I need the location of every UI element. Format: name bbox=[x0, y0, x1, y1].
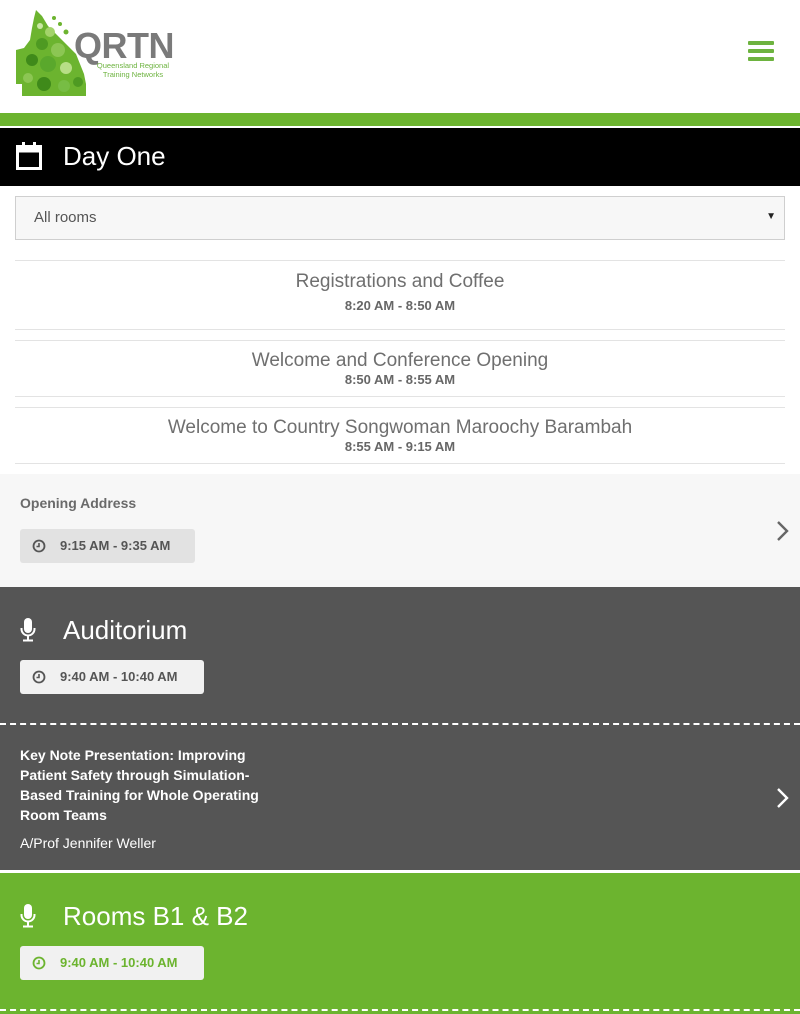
session-time: 9:40 AM - 10:40 AM bbox=[60, 669, 178, 684]
site-header: QRTN Queensland Regional Training Networ… bbox=[0, 0, 800, 113]
divider bbox=[15, 407, 785, 408]
divider bbox=[15, 329, 785, 330]
divider bbox=[15, 340, 785, 341]
opening-address-session[interactable]: Opening Address 9:15 AM - 9:35 AM bbox=[0, 474, 800, 587]
hamburger-icon-bar bbox=[748, 57, 774, 61]
hamburger-icon-bar bbox=[748, 49, 774, 53]
microphone-icon bbox=[20, 904, 36, 928]
header-accent-bar bbox=[0, 113, 800, 126]
calendar-icon bbox=[16, 142, 42, 170]
hamburger-menu-button[interactable] bbox=[748, 41, 774, 61]
session-item: Welcome and Conference Opening 8:50 AM -… bbox=[15, 350, 785, 388]
room-title: Rooms B1 & B2 bbox=[63, 901, 248, 931]
session-time: 8:20 AM - 8:50 AM bbox=[344, 298, 456, 313]
session-title: Welcome to Country Songwoman Maroochy Ba… bbox=[167, 417, 633, 438]
clock-icon bbox=[32, 539, 46, 553]
divider bbox=[15, 396, 785, 397]
session-item: Registrations and Coffee 8:20 AM - 8:50 … bbox=[15, 271, 785, 314]
chevron-right-icon[interactable] bbox=[776, 787, 790, 809]
chevron-right-icon[interactable] bbox=[776, 520, 790, 542]
session-title: Registrations and Coffee bbox=[295, 271, 505, 292]
microphone-icon bbox=[20, 618, 36, 642]
logo-subtitle: Queensland Regional Training Networks bbox=[96, 61, 170, 79]
divider bbox=[15, 463, 785, 464]
session-time-badge: 9:40 AM - 10:40 AM bbox=[20, 660, 204, 694]
dashed-divider bbox=[0, 723, 800, 725]
qrtn-logo[interactable]: QRTN Queensland Regional Training Networ… bbox=[14, 10, 175, 100]
session-time: 8:55 AM - 9:15 AM bbox=[344, 439, 456, 454]
room-filter-select[interactable]: All rooms ▼ bbox=[15, 196, 785, 240]
session-title: Opening Address bbox=[20, 495, 137, 511]
room-title: Auditorium bbox=[63, 615, 188, 645]
talk-title[interactable]: Key Note Presentation: Improving Patient… bbox=[20, 745, 280, 825]
session-title: Welcome and Conference Opening bbox=[251, 350, 549, 371]
logo-wordmark: QRTN bbox=[74, 25, 175, 66]
dashed-divider bbox=[0, 1009, 800, 1011]
room-filter-value: All rooms bbox=[34, 209, 97, 226]
day-title: Day One bbox=[63, 141, 166, 171]
auditorium-room-block: Auditorium 9:40 AM - 10:40 AM Key Note P… bbox=[0, 587, 800, 872]
session-time-badge: 9:40 AM - 10:40 AM bbox=[20, 946, 204, 980]
session-item: Welcome to Country Songwoman Maroochy Ba… bbox=[15, 417, 785, 455]
session-time: 9:15 AM - 9:35 AM bbox=[60, 538, 171, 553]
rooms-b1-b2-block: Rooms B1 & B2 9:40 AM - 10:40 AM bbox=[0, 873, 800, 1014]
clock-icon bbox=[32, 956, 46, 970]
session-time-badge: 9:15 AM - 9:35 AM bbox=[20, 529, 195, 563]
hamburger-icon-bar bbox=[748, 41, 774, 45]
clock-icon bbox=[32, 670, 46, 684]
divider bbox=[15, 260, 785, 261]
session-time: 8:50 AM - 8:55 AM bbox=[344, 372, 456, 387]
day-header: Day One bbox=[0, 128, 800, 186]
dropdown-caret-icon: ▼ bbox=[766, 211, 776, 222]
session-time: 9:40 AM - 10:40 AM bbox=[60, 955, 178, 970]
talk-speaker: A/Prof Jennifer Weller bbox=[20, 835, 156, 851]
